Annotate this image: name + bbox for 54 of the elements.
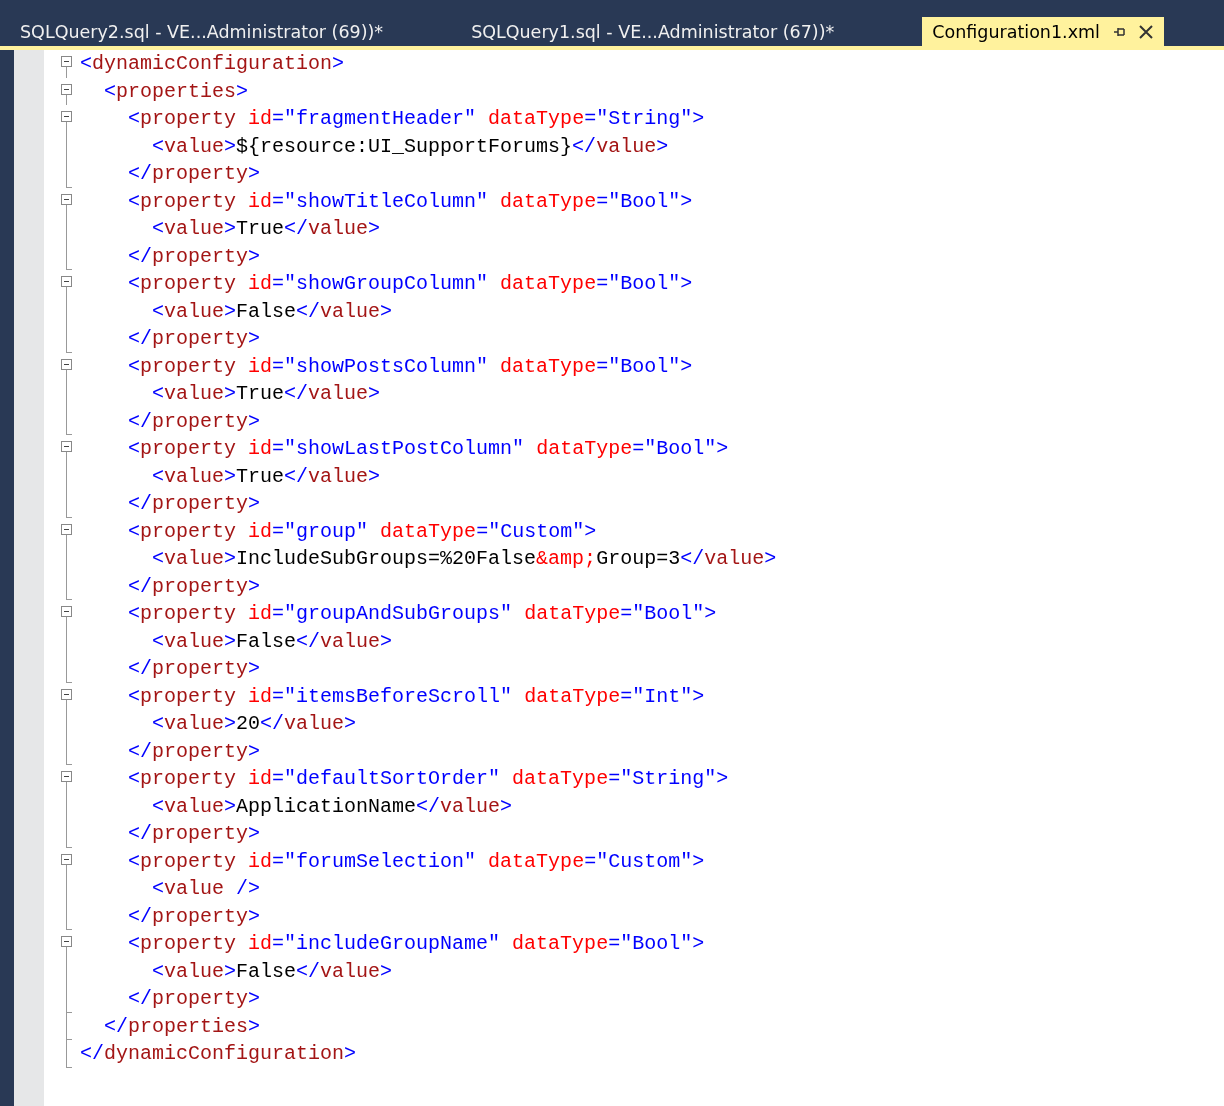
collapse-icon[interactable] <box>61 111 72 122</box>
code-line: <dynamicConfiguration> <box>80 51 345 77</box>
code-line: <property id="showTitleColumn" dataType="Bool"> <box>127 188 693 215</box>
collapse-icon[interactable] <box>61 441 72 452</box>
code-line: <property id="showPostsColumn" dataType="Bool"> <box>127 353 693 380</box>
collapse-icon[interactable] <box>61 936 72 947</box>
code-line: <value>False</value> <box>151 958 393 985</box>
code-line: <property id="showGroupColumn" dataType="Bool"> <box>127 271 693 297</box>
code-line: </property> <box>127 243 261 270</box>
code-line: </property> <box>127 573 261 600</box>
collapse-icon[interactable] <box>61 276 72 287</box>
editor-tab[interactable]: SQLQuery1.sql - VE...Administrator (67))* <box>461 17 845 46</box>
code-line: </dynamicConfiguration> <box>80 1041 357 1067</box>
code-line: </property> <box>127 738 261 765</box>
collapse-icon[interactable] <box>61 56 72 67</box>
code-line: <value>ApplicationName</value> <box>151 793 513 820</box>
code-line: <value>${resource:UI_SupportForums}</value> <box>151 133 669 160</box>
editor-tab[interactable]: Configuration1.xml <box>922 17 1164 46</box>
code-line: <value>20</value> <box>151 711 357 737</box>
code-line: <properties> <box>103 78 249 105</box>
code-line: <value>False</value> <box>151 298 393 325</box>
code-line: </property> <box>127 161 261 187</box>
code-line: <property id="fragmentHeader" dataType="String"> <box>127 106 705 132</box>
code-line: <property id="forumSelection" dataType="Custom"> <box>127 848 705 875</box>
code-line: <value /> <box>151 876 261 902</box>
code-line: </property> <box>127 656 261 682</box>
code-line: </property> <box>127 491 261 517</box>
code-line: <property id="includeGroupName" dataType="Bool"> <box>127 931 705 957</box>
collapse-icon[interactable] <box>61 83 72 95</box>
code-line: </properties> <box>103 1013 261 1040</box>
collapse-icon[interactable] <box>61 193 72 205</box>
code-line: <value>True</value> <box>151 463 381 490</box>
collapse-icon[interactable] <box>61 771 72 782</box>
code-line: <property id="defaultSortOrder" dataType="String"> <box>127 766 729 792</box>
code-line: </property> <box>127 903 261 930</box>
code-line: <value>True</value> <box>151 216 381 242</box>
code-line: <value>True</value> <box>151 381 381 407</box>
code-line: <property id="group" dataType="Custom"> <box>127 518 597 545</box>
collapse-icon[interactable] <box>61 606 72 617</box>
code-line: <property id="showLastPostColumn" dataType="Bool"> <box>127 436 729 462</box>
code-line: </property> <box>127 408 261 435</box>
code-line: </property> <box>127 986 261 1012</box>
code-line: <property id="groupAndSubGroups" dataType="Bool"> <box>127 601 717 627</box>
collapse-icon[interactable] <box>61 358 72 370</box>
code-line: </property> <box>127 821 261 847</box>
close-icon[interactable] <box>1137 23 1154 40</box>
code-line: <value>IncludeSubGroups=%20False&amp;Group=3</value> <box>151 546 777 572</box>
editor-tab[interactable]: SQLQuery2.sql - VE...Administrator (69))* <box>10 17 394 46</box>
code-line: </property> <box>127 326 261 352</box>
code-line: <value>False</value> <box>151 628 393 655</box>
code-line: <property id="itemsBeforeScroll" dataType="Int"> <box>127 683 705 710</box>
collapse-icon[interactable] <box>61 523 72 535</box>
collapse-icon[interactable] <box>61 853 72 865</box>
collapse-icon[interactable] <box>61 688 72 700</box>
